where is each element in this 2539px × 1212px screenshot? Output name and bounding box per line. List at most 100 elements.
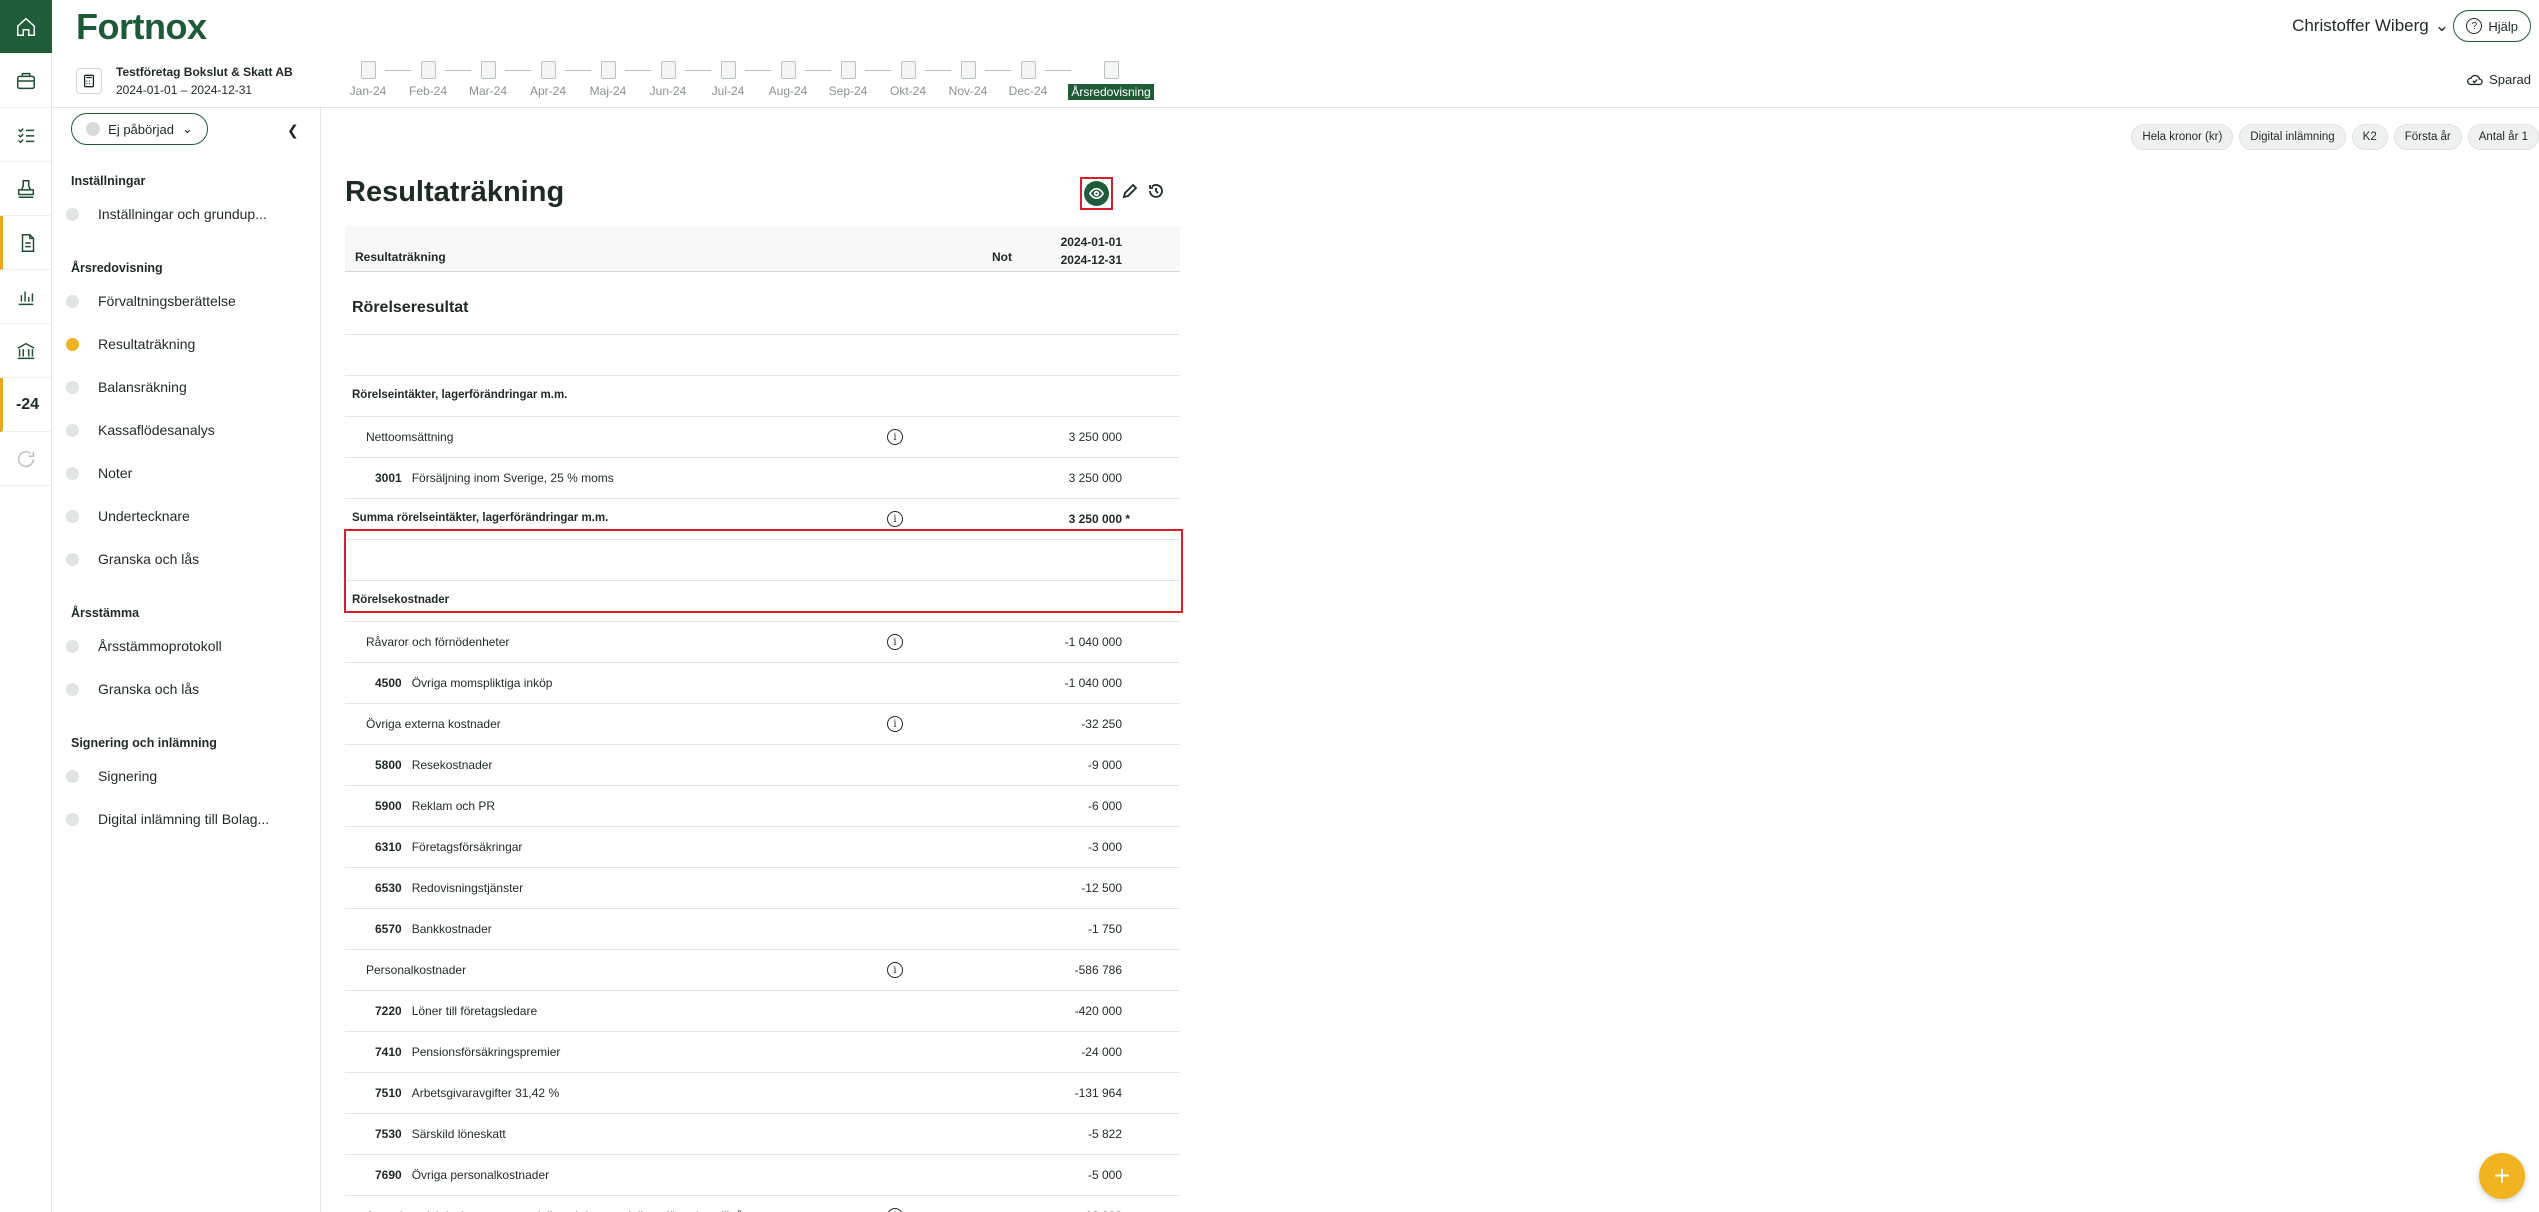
row-label: 6310 Företagsförsäkringar xyxy=(375,840,522,854)
chart-button[interactable] xyxy=(0,270,52,324)
month-item[interactable]: Jun-24 xyxy=(648,61,688,98)
home-button[interactable] xyxy=(0,0,52,54)
chevron-down-icon: ⌄ xyxy=(181,121,193,136)
page-title: Resultaträkning xyxy=(345,176,565,208)
month-item[interactable]: Nov-24 xyxy=(948,61,988,98)
chevron-down-icon: ⌄ xyxy=(2434,16,2449,35)
sidebar-item[interactable]: Resultaträkning xyxy=(66,336,195,352)
sidebar-item[interactable]: Inställningar och grundup... xyxy=(66,206,267,222)
table-row[interactable]: 6310 Företagsförsäkringar -3 000 xyxy=(345,827,1180,868)
sidebar-item[interactable]: Granska och lås xyxy=(66,551,199,567)
sidebar-item[interactable]: Kassaflödesanalys xyxy=(66,422,215,438)
preview-button[interactable] xyxy=(1080,177,1113,210)
add-button[interactable]: + xyxy=(2479,1153,2525,1199)
account-name: Pensionsförsäkringspremier xyxy=(411,1045,561,1059)
row-label: Råvaror och förnödenheter xyxy=(366,635,510,649)
info-icon[interactable]: i xyxy=(887,1208,903,1212)
sidebar-item-label: Kassaflödesanalys xyxy=(98,422,215,438)
document-icon xyxy=(1103,61,1119,79)
month-item[interactable]: Mar-24 xyxy=(468,61,508,98)
month-item[interactable]: Aug-24 xyxy=(768,61,808,98)
sidebar-item[interactable]: Granska och lås xyxy=(66,681,199,697)
status-dot-icon xyxy=(66,552,79,566)
sidebar-item[interactable]: Balansräkning xyxy=(66,379,187,395)
edit-button[interactable] xyxy=(1121,182,1139,205)
user-menu[interactable]: Christoffer Wiberg ⌄ xyxy=(2292,16,2449,36)
month-item[interactable]: Dec-24 xyxy=(1008,61,1048,98)
document-icon xyxy=(960,61,976,79)
document-icon xyxy=(780,61,796,79)
table-row[interactable]: Personalkostnader i -586 786 xyxy=(345,950,1180,991)
month-item[interactable]: Maj-24 xyxy=(588,61,628,98)
stamp-button[interactable] xyxy=(0,162,52,216)
sidebar-item[interactable]: Årsstämmoprotokoll xyxy=(66,638,222,654)
table-row[interactable]: Rörelseresultat xyxy=(345,272,1180,335)
collapse-sidebar-button[interactable]: ❮ xyxy=(287,122,299,139)
header-not: Not xyxy=(992,250,1012,264)
refresh-button[interactable] xyxy=(0,432,52,486)
table-row[interactable]: 7690 Övriga personalkostnader -5 000 xyxy=(345,1155,1180,1196)
table-row[interactable]: Av- och nedskrivningar av materiella och… xyxy=(345,1196,1180,1212)
setting-chip[interactable]: Antal år 1 xyxy=(2467,124,2539,150)
table-row[interactable]: 7530 Särskild löneskatt -5 822 xyxy=(345,1114,1180,1155)
info-icon[interactable]: i xyxy=(887,962,903,978)
setting-chip[interactable]: K2 xyxy=(2351,124,2388,150)
table-row[interactable]: 7410 Pensionsförsäkringspremier -24 000 xyxy=(345,1032,1180,1073)
sidebar-item[interactable]: Förvaltningsberättelse xyxy=(66,293,236,309)
setting-chip[interactable]: Första år xyxy=(2393,124,2462,150)
history-button[interactable] xyxy=(1147,182,1165,205)
table-row[interactable]: Rörelsekostnader xyxy=(345,581,1180,622)
period-bar: Testföretag Bokslut & Skatt AB 2024-01-0… xyxy=(52,54,2539,108)
sidebar-item[interactable]: Digital inlämning till Bolag... xyxy=(66,811,269,827)
table-row[interactable]: 3001 Försäljning inom Sverige, 25 % moms 3… xyxy=(345,458,1180,499)
row-label: 5900 Reklam och PR xyxy=(375,799,495,813)
table-row[interactable]: Nettoomsättning i 3 250 000 xyxy=(345,417,1180,458)
sidebar-item[interactable]: Undertecknare xyxy=(66,508,190,524)
sidebar-item[interactable]: Noter xyxy=(66,465,132,481)
bank-button[interactable] xyxy=(0,324,52,378)
month-item-final[interactable]: Årsredovisning xyxy=(1068,61,1154,100)
row-value: -24 000 xyxy=(1081,1045,1122,1059)
briefcase-button[interactable] xyxy=(0,54,52,108)
info-icon[interactable]: i xyxy=(887,511,903,527)
document-icon xyxy=(420,61,436,79)
row-value: 3 250 000 * xyxy=(1068,512,1130,526)
annual-report-button[interactable] xyxy=(0,216,52,270)
account-name: Reklam och PR xyxy=(411,799,496,813)
status-dropdown[interactable]: Ej påbörjad ⌄ xyxy=(71,113,208,145)
table-row[interactable]: 7510 Arbetsgivaravgifter 31,42 % -131 964 xyxy=(345,1073,1180,1114)
row-value: -1 040 000 xyxy=(1064,635,1122,649)
table-row[interactable]: 5900 Reklam och PR -6 000 xyxy=(345,786,1180,827)
fortnox-logo[interactable]: Fortnox xyxy=(76,6,207,48)
account-number: 7510 xyxy=(375,1086,402,1100)
sidebar-item[interactable]: Signering xyxy=(66,768,157,784)
month-item[interactable]: Jan-24 xyxy=(348,61,388,98)
table-row[interactable]: Övriga externa kostnader i -32 250 xyxy=(345,704,1180,745)
table-row[interactable]: 5800 Resekostnader -9 000 xyxy=(345,745,1180,786)
month-label: Mar-24 xyxy=(468,84,507,98)
table-row[interactable]: 6570 Bankkostnader -1 750 xyxy=(345,909,1180,950)
month-item[interactable]: Feb-24 xyxy=(408,61,448,98)
info-icon[interactable]: i xyxy=(887,634,903,650)
month-item[interactable]: Okt-24 xyxy=(888,61,928,98)
table-row[interactable]: 4500 Övriga momspliktiga inköp -1 040 000 xyxy=(345,663,1180,704)
month-item[interactable]: Jul-24 xyxy=(708,61,748,98)
info-icon[interactable]: i xyxy=(887,716,903,732)
table-row[interactable]: 6530 Redovisningstjänster -12 500 xyxy=(345,868,1180,909)
setting-chip[interactable]: Hela kronor (kr) xyxy=(2131,124,2234,150)
table-row[interactable]: Summa rörelseintäkter, lagerförändringar… xyxy=(345,499,1180,540)
info-icon[interactable]: i xyxy=(887,429,903,445)
nav-group-title: Inställningar xyxy=(71,174,146,188)
month-item[interactable]: Sep-24 xyxy=(828,61,868,98)
nav-group-title: Årsredovisning xyxy=(71,261,163,275)
table-row[interactable]: Råvaror och förnödenheter i -1 040 000 xyxy=(345,622,1180,663)
help-button[interactable]: ? Hjälp xyxy=(2453,10,2531,42)
setting-chip[interactable]: Digital inlämning xyxy=(2239,124,2346,150)
month-item[interactable]: Apr-24 xyxy=(528,61,568,98)
table-row[interactable]: 7220 Löner till företagsledare -420 000 xyxy=(345,991,1180,1032)
company-selector[interactable]: Testföretag Bokslut & Skatt AB 2024-01-0… xyxy=(76,65,336,97)
sidebar-item-label: Signering xyxy=(98,768,158,784)
table-row[interactable]: Rörelseintäkter, lagerförändringar m.m. xyxy=(345,376,1180,417)
year-button[interactable]: -24 xyxy=(0,378,52,432)
checklist-button[interactable] xyxy=(0,108,52,162)
